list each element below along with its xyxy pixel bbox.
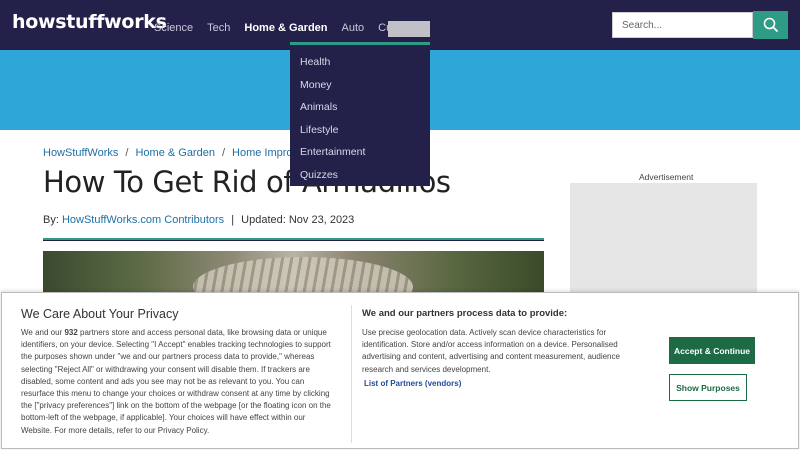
breadcrumb: HowStuffWorks / Home & Garden / Home Improve… bbox=[43, 147, 313, 159]
by-label: By: bbox=[43, 214, 59, 226]
dropdown-item-entertainment[interactable]: Entertainment bbox=[300, 146, 365, 158]
nav-dropdown-menu: Health Money Animals Lifestyle Entertain… bbox=[290, 42, 430, 186]
consent-title: We Care About Your Privacy bbox=[21, 307, 179, 321]
consent-body-rest: partners store and access personal data,… bbox=[21, 328, 331, 435]
updated-date: Updated: Nov 23, 2023 bbox=[241, 214, 355, 226]
breadcrumb-separator: / bbox=[125, 147, 129, 159]
nav-item-tech[interactable]: Tech bbox=[207, 22, 230, 34]
breadcrumb-separator: / bbox=[221, 147, 226, 159]
breadcrumb-item-home-garden[interactable]: Home & Garden bbox=[135, 147, 214, 159]
process-data-title: We and our partners process data to prov… bbox=[362, 308, 568, 319]
dropdown-item-health[interactable]: Health bbox=[300, 56, 330, 68]
main-nav: Science Tech Home & Garden Auto Culture bbox=[154, 22, 428, 34]
nav-item-science[interactable]: Science bbox=[154, 22, 193, 34]
list-of-partners-link[interactable]: List of Partners (vendors) bbox=[364, 379, 461, 388]
nav-item-home-garden[interactable]: Home & Garden bbox=[244, 22, 327, 34]
article-hero-image bbox=[43, 251, 544, 293]
nav-more-toggle[interactable] bbox=[388, 21, 430, 37]
nav-item-auto[interactable]: Auto bbox=[342, 22, 365, 34]
partner-count: 932 bbox=[64, 328, 78, 337]
process-data-description: Use precise geolocation data. Actively s… bbox=[362, 328, 620, 374]
title-divider bbox=[43, 238, 544, 241]
search-icon bbox=[763, 17, 778, 33]
search-input[interactable]: Search... bbox=[612, 12, 753, 38]
search-button[interactable] bbox=[753, 11, 788, 39]
site-logo[interactable]: howstuffworks bbox=[12, 11, 167, 33]
dropdown-item-lifestyle[interactable]: Lifestyle bbox=[300, 124, 339, 136]
consent-column-divider bbox=[351, 305, 352, 443]
consent-description: We and our 932 partners store and access… bbox=[21, 327, 336, 437]
dropdown-item-money[interactable]: Money bbox=[300, 79, 332, 91]
accept-continue-button[interactable]: Accept & Continue bbox=[669, 337, 755, 364]
byline-divider: | bbox=[231, 214, 235, 226]
dropdown-item-quizzes[interactable]: Quizzes bbox=[300, 169, 338, 181]
byline: By: HowStuffWorks.com Contributors | Upd… bbox=[43, 214, 354, 226]
advertisement-label: Advertisement bbox=[639, 172, 694, 182]
armadillo-image-detail bbox=[193, 257, 413, 293]
privacy-consent-banner: We Care About Your Privacy We and our 93… bbox=[1, 292, 799, 449]
logo-text: howstuffworks bbox=[12, 11, 167, 33]
dropdown-item-animals[interactable]: Animals bbox=[300, 101, 337, 113]
author-link[interactable]: HowStuffWorks.com Contributors bbox=[62, 214, 224, 226]
consent-body-start: We and our bbox=[21, 328, 65, 337]
show-purposes-button[interactable]: Show Purposes bbox=[669, 374, 747, 401]
breadcrumb-item-howstuffworks[interactable]: HowStuffWorks bbox=[43, 147, 118, 159]
advertisement-slot[interactable] bbox=[570, 183, 757, 295]
